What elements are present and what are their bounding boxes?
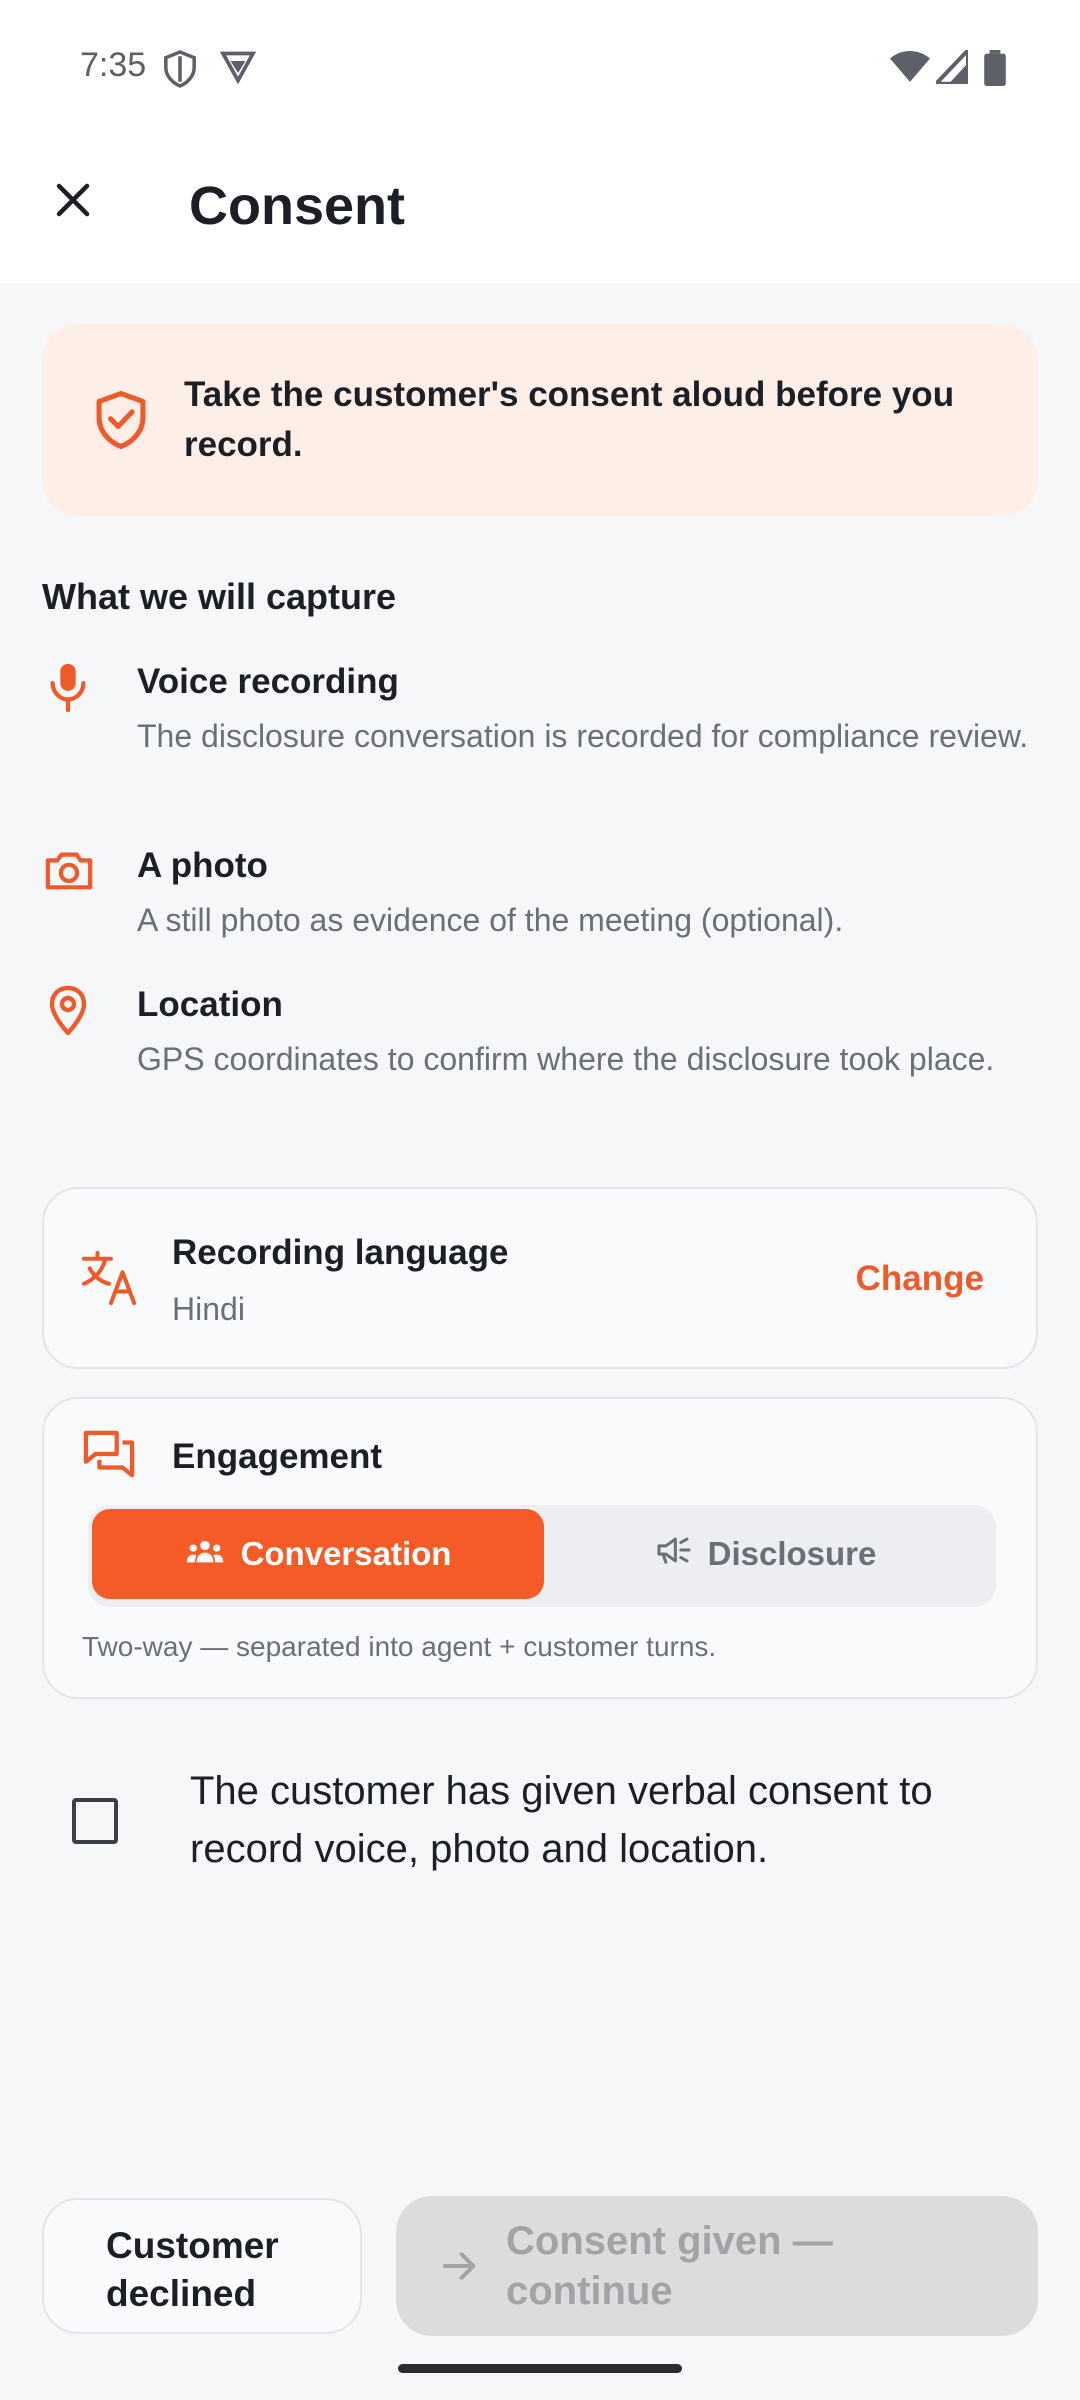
capture-item-title: Voice recording: [137, 662, 399, 701]
close-icon: [52, 179, 94, 226]
capture-section-title: What we will capture: [42, 576, 397, 617]
status-bar: 7:35: [0, 0, 1080, 135]
customer-declined-label: Customer declined: [106, 2225, 279, 2314]
engagement-option-label: Conversation: [240, 1535, 452, 1572]
arrow-right-icon: [440, 2246, 480, 2291]
engagement-option-label: Disclosure: [707, 1535, 877, 1572]
page-title: Consent: [189, 176, 405, 236]
location-pin-icon: [48, 985, 88, 1042]
status-time: 7:35: [80, 46, 147, 84]
shield-check-icon: [92, 390, 150, 455]
consent-continue-label: Consent given — continue: [506, 2219, 833, 2313]
capture-item-desc: A still photo as evidence of the meeting…: [137, 902, 844, 938]
capture-item-desc: GPS coordinates to confirm where the dis…: [137, 1041, 995, 1077]
translate-icon: [81, 1250, 140, 1310]
app-bar: Consent: [0, 135, 1080, 283]
capture-item-title: A photo: [137, 846, 268, 885]
engagement-segmented-control: Conversation Disclosure: [88, 1505, 996, 1607]
megaphone-icon: [656, 1535, 692, 1573]
battery-icon: [984, 50, 1006, 91]
consent-checkbox-label[interactable]: The customer has given verbal consent to…: [190, 1762, 1040, 1878]
signal-icon: [931, 45, 970, 89]
customer-declined-button[interactable]: Customer declined: [42, 2198, 362, 2334]
recording-language-card: Recording language Hindi Change: [42, 1187, 1038, 1369]
camera-icon: [44, 848, 94, 897]
consent-banner: Take the customer's consent aloud before…: [42, 324, 1038, 516]
engagement-option-disclosure[interactable]: Disclosure: [540, 1509, 992, 1599]
capture-item-title: Location: [137, 985, 283, 1024]
engagement-note: Two-way — separated into agent + custome…: [82, 1631, 717, 1662]
consent-checkbox[interactable]: [72, 1798, 118, 1844]
wifi-icon: [890, 50, 930, 87]
vpn-status-icon: [219, 50, 257, 89]
engagement-title: Engagement: [172, 1437, 383, 1476]
engagement-card: Engagement Conversation Disclosure Two-w…: [42, 1397, 1038, 1699]
close-button[interactable]: [40, 169, 106, 235]
capture-item-desc: The disclosure conversation is recorded …: [137, 718, 1029, 754]
recording-language-value: Hindi: [172, 1291, 245, 1327]
people-icon: [185, 1535, 225, 1573]
home-indicator[interactable]: [398, 2364, 682, 2373]
change-language-button[interactable]: Change: [856, 1259, 984, 1299]
chat-icon: [82, 1429, 136, 1486]
consent-continue-button[interactable]: Consent given — continue: [396, 2196, 1038, 2336]
banner-text: Take the customer's consent aloud before…: [184, 375, 955, 464]
engagement-option-conversation[interactable]: Conversation: [92, 1509, 544, 1599]
shield-status-icon: [163, 50, 197, 93]
recording-language-title: Recording language: [172, 1233, 509, 1272]
microphone-icon: [48, 662, 88, 717]
